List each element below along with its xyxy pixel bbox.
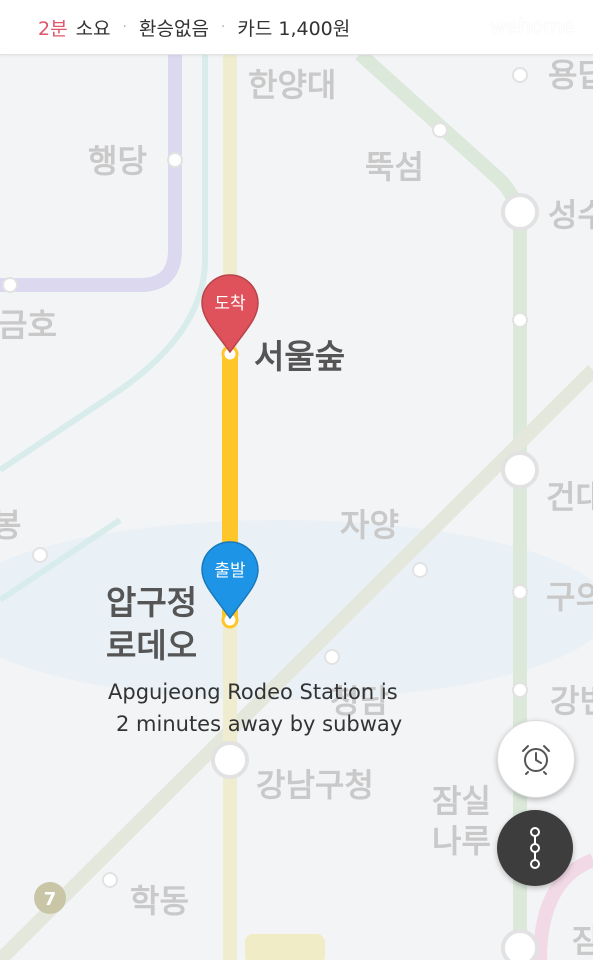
route-stops-icon [530,827,540,869]
station-label-yongdap: 용답 [548,56,593,94]
alarm-button[interactable] [497,720,575,798]
arrival-pin-label: 도착 [214,294,246,314]
route-summary-bar: 2분 소요 · 환승없음 · 카드 1,400원 wehome [0,0,593,55]
duration-value: 2분 [38,17,68,40]
transfer-info: 환승없음 [139,17,209,40]
departure-station-name-line1: 압구정 [106,583,197,622]
station-label-jamsil-naru: 잠실 나루 [432,782,491,860]
station-label-geondae: 건대 [546,478,593,516]
arrival-pin[interactable]: 도착 [201,274,259,354]
station-label-jayang: 자양 [340,506,399,544]
station-label-geumho: 금호 [0,306,57,344]
watermark: wehome [489,14,575,38]
station-label-hanyangdae: 한양대 [248,66,336,104]
station-label-bottom: 잠 [572,922,593,960]
subway-map[interactable]: 한양대 행당 뚝섬 용답 성수 금호 건대 봉 자양 구의 청담 강변 강남구청… [0,0,593,960]
duration-suffix: 소요 [75,17,111,40]
line7-badge-label: 7 [44,889,57,910]
station-label-gangbyeon: 강변 [550,682,593,720]
svg-text:잠실: 잠실 [432,782,491,820]
fare-info: 카드 1,400원 [237,17,351,40]
svg-text:나루: 나루 [432,822,491,860]
station-label-hakdong: 학동 [130,882,189,920]
separator: · [122,19,127,35]
departure-station-name-line2: 로데오 [106,626,197,665]
bottom-chip [245,934,325,960]
station-label-seongsu: 성수 [548,196,593,234]
route-caption-line1: Apgujeong Rodeo Station is [108,680,398,704]
route-caption-line2: 2 minutes away by subway [116,712,402,736]
arrival-station-name: 서울숲 [254,337,345,376]
separator: · [220,19,226,35]
station-label-haengdang: 행당 [88,142,147,180]
departure-pin-label: 출발 [214,561,246,581]
station-label-gangnamgucheong: 강남구청 [256,766,374,804]
station-label-partial: 봉 [0,506,21,544]
alarm-clock-icon [522,745,550,775]
station-label-ttukseom: 뚝섬 [365,148,424,186]
station-label-guui: 구의 [546,578,593,616]
route-stops-button[interactable] [497,810,573,886]
